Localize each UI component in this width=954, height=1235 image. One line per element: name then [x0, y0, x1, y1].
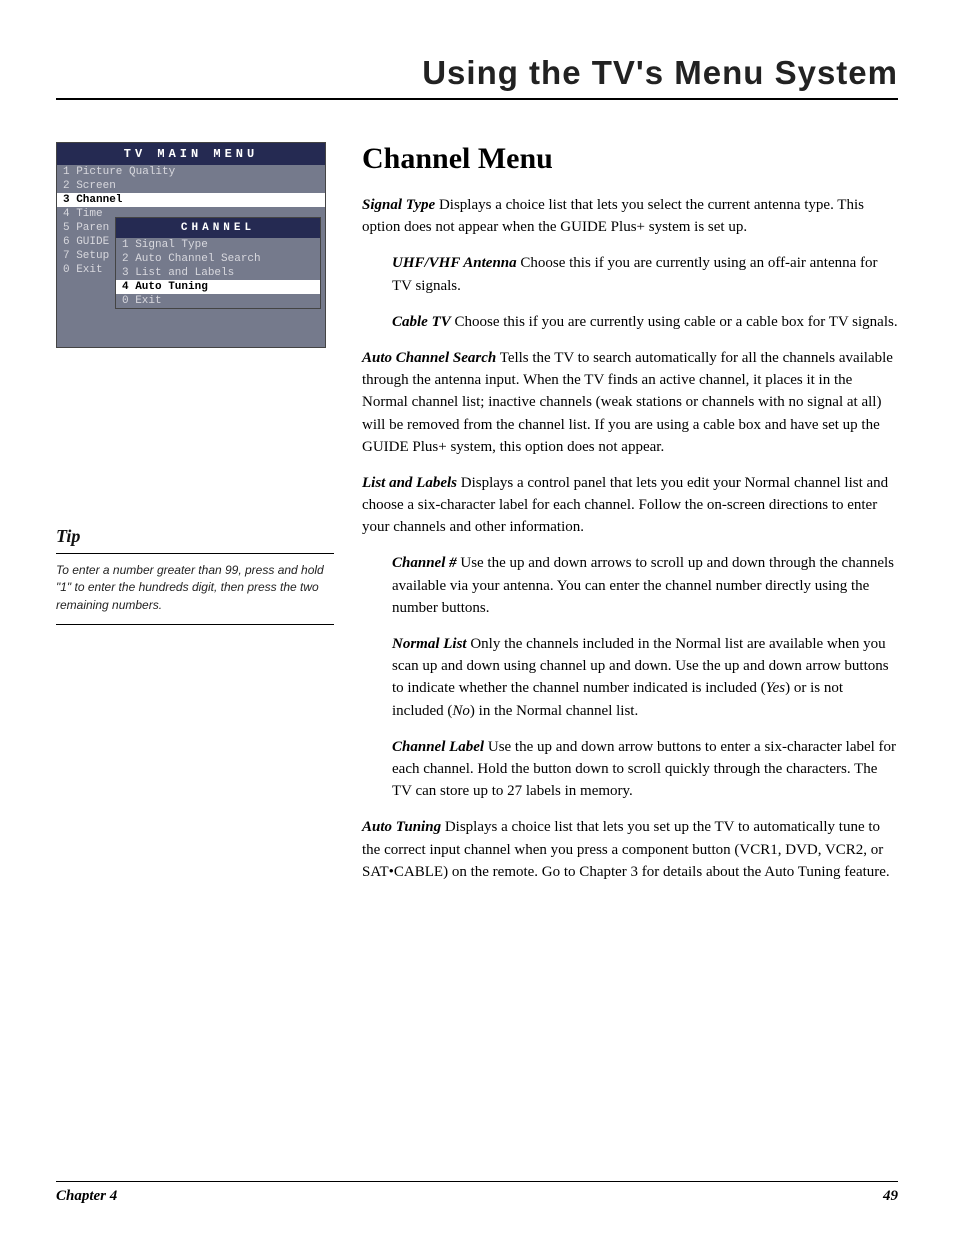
submenu-item-selected: 4 Auto Tuning: [116, 280, 320, 294]
section-heading: Channel Menu: [362, 142, 898, 176]
paragraph-auto-channel-search: Auto Channel Search Tells the TV to sear…: [362, 347, 898, 458]
menu-item: 1 Picture Quality: [57, 165, 325, 179]
chapter-label: Chapter 4: [56, 1188, 117, 1205]
paragraph-channel-label: Channel Label Use the up and down arrow …: [392, 736, 898, 803]
term: Channel #: [392, 555, 457, 571]
text: ) in the Normal channel list.: [470, 703, 638, 719]
paragraph-auto-tuning: Auto Tuning Displays a choice list that …: [362, 816, 898, 883]
no-italic: No: [452, 703, 470, 719]
paragraph-cable-tv: Cable TV Choose this if you are currentl…: [392, 311, 898, 333]
term: Channel Label: [392, 739, 484, 755]
term: Cable TV: [392, 314, 451, 330]
page-footer: Chapter 4 49: [56, 1181, 898, 1205]
tip-text: To enter a number greater than 99, press…: [56, 562, 334, 614]
menu-item: 2 Screen: [57, 179, 325, 193]
term: Normal List: [392, 636, 467, 652]
term: Signal Type: [362, 197, 435, 213]
submenu-item: 0 Exit: [116, 294, 320, 308]
term: Auto Tuning: [362, 819, 441, 835]
text: Displays a choice list that lets you sel…: [362, 197, 864, 235]
paragraph-uhf-vhf: UHF/VHF Antenna Choose this if you are c…: [392, 252, 898, 296]
term: UHF/VHF Antenna: [392, 255, 517, 271]
tv-main-menu-screenshot: TV MAIN MENU 1 Picture Quality 2 Screen …: [56, 142, 326, 348]
header-rule: [56, 98, 898, 100]
channel-submenu: CHANNEL 1 Signal Type 2 Auto Channel Sea…: [115, 217, 321, 309]
chapter-header: Using the TV's Menu System: [56, 54, 898, 92]
term: List and Labels: [362, 475, 457, 491]
paragraph-list-and-labels: List and Labels Displays a control panel…: [362, 472, 898, 539]
page-number: 49: [883, 1188, 898, 1205]
menu-item-selected: 3 Channel: [57, 193, 325, 207]
text: Choose this if you are currently using c…: [451, 314, 898, 330]
paragraph-channel-number: Channel # Use the up and down arrows to …: [392, 552, 898, 619]
main-menu-title: TV MAIN MENU: [57, 143, 325, 165]
submenu-item: 1 Signal Type: [116, 238, 320, 252]
term: Auto Channel Search: [362, 350, 496, 366]
text: Displays a choice list that lets you set…: [362, 819, 890, 879]
tip-block: Tip To enter a number greater than 99, p…: [56, 526, 334, 625]
submenu-item: 3 List and Labels: [116, 266, 320, 280]
paragraph-normal-list: Normal List Only the channels included i…: [392, 633, 898, 722]
yes-italic: Yes: [766, 680, 785, 696]
text: Use the up and down arrows to scroll up …: [392, 555, 894, 615]
tip-rule-top: [56, 553, 334, 554]
tip-heading: Tip: [56, 526, 334, 547]
submenu-item: 2 Auto Channel Search: [116, 252, 320, 266]
submenu-title: CHANNEL: [116, 218, 320, 238]
paragraph-signal-type: Signal Type Displays a choice list that …: [362, 194, 898, 238]
footer-rule: [56, 1181, 898, 1182]
tip-rule-bottom: [56, 624, 334, 625]
